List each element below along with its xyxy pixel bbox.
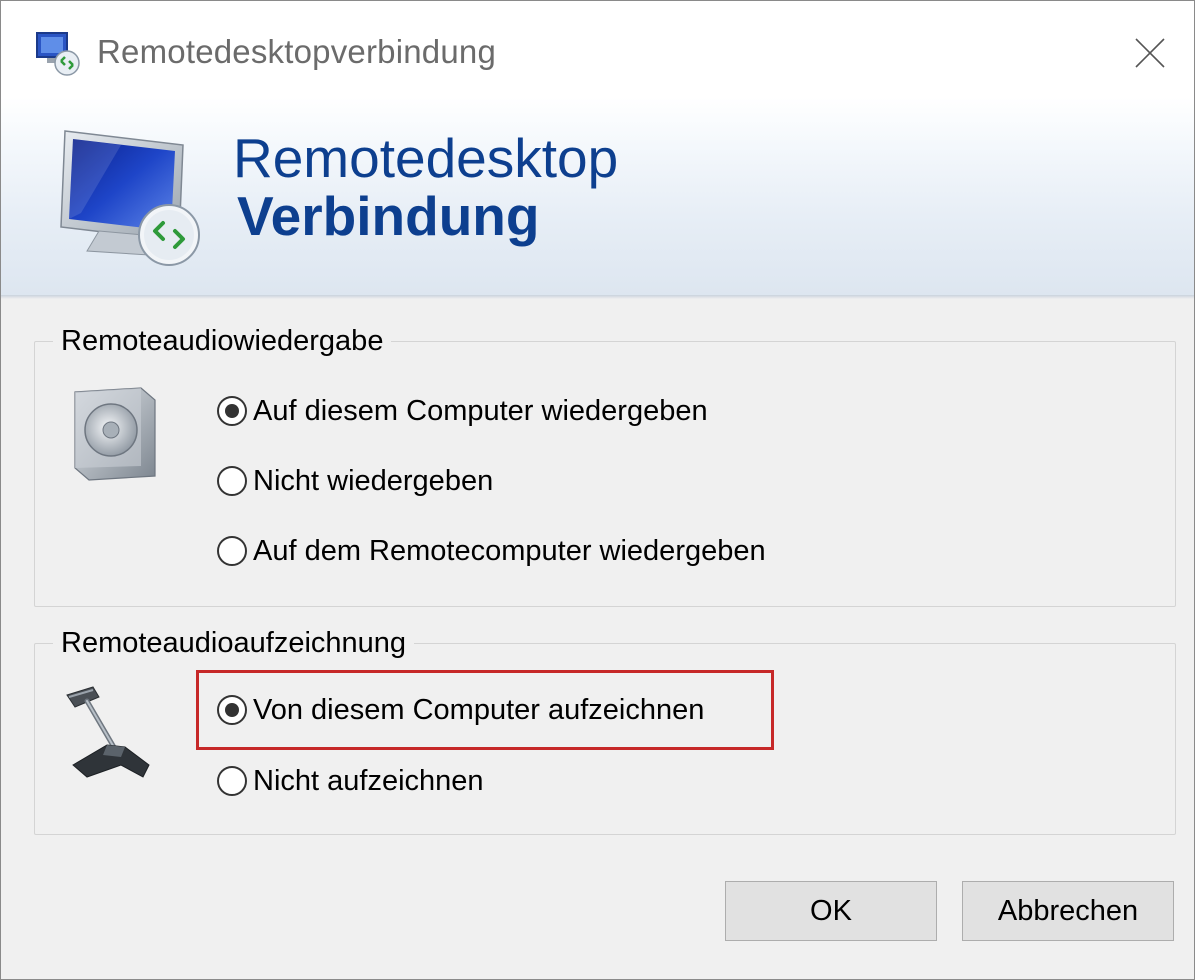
radio-play-on-this-computer[interactable]: Auf diesem Computer wiedergeben <box>217 392 708 430</box>
radio-button[interactable] <box>217 466 247 496</box>
banner-title-line1: Remotedesktop <box>233 127 619 189</box>
cancel-button[interactable]: Abbrechen <box>962 881 1174 941</box>
radio-button[interactable] <box>217 766 247 796</box>
recording-group-legend: Remoteaudioaufzeichnung <box>53 624 415 662</box>
radio-label: Auf dem Remotecomputer wiedergeben <box>253 535 766 567</box>
radio-do-not-play[interactable]: Nicht wiedergeben <box>217 462 493 500</box>
banner-title-line2: Verbindung <box>237 185 540 247</box>
title-bar: Remotedesktopverbindung <box>1 1 1194 97</box>
radio-label: Nicht wiedergeben <box>253 465 494 497</box>
radio-button-selected[interactable] <box>217 396 247 426</box>
banner-divider <box>1 295 1194 299</box>
radio-label: Auf diesem Computer wiedergeben <box>253 395 708 427</box>
radio-button[interactable] <box>217 536 247 566</box>
dialog-window: Remotedesktopverbindung Remotedesktop Ve… <box>0 0 1195 980</box>
close-button[interactable] <box>1104 1 1194 97</box>
remote-desktop-icon <box>36 32 80 76</box>
speaker-icon <box>74 387 156 481</box>
highlight-box <box>196 670 774 750</box>
radio-label: Nicht aufzeichnen <box>253 765 484 797</box>
ok-button[interactable]: OK <box>725 881 937 941</box>
remote-desktop-monitor-icon <box>60 130 200 266</box>
close-icon <box>1135 38 1165 68</box>
window-title: Remotedesktopverbindung <box>97 33 497 70</box>
radio-play-on-remote-computer[interactable]: Auf dem Remotecomputer wiedergeben <box>217 532 766 570</box>
playback-group-legend: Remoteaudiowiedergabe <box>53 322 392 360</box>
microphone-icon <box>66 686 150 778</box>
radio-do-not-record[interactable]: Nicht aufzeichnen <box>217 762 484 800</box>
